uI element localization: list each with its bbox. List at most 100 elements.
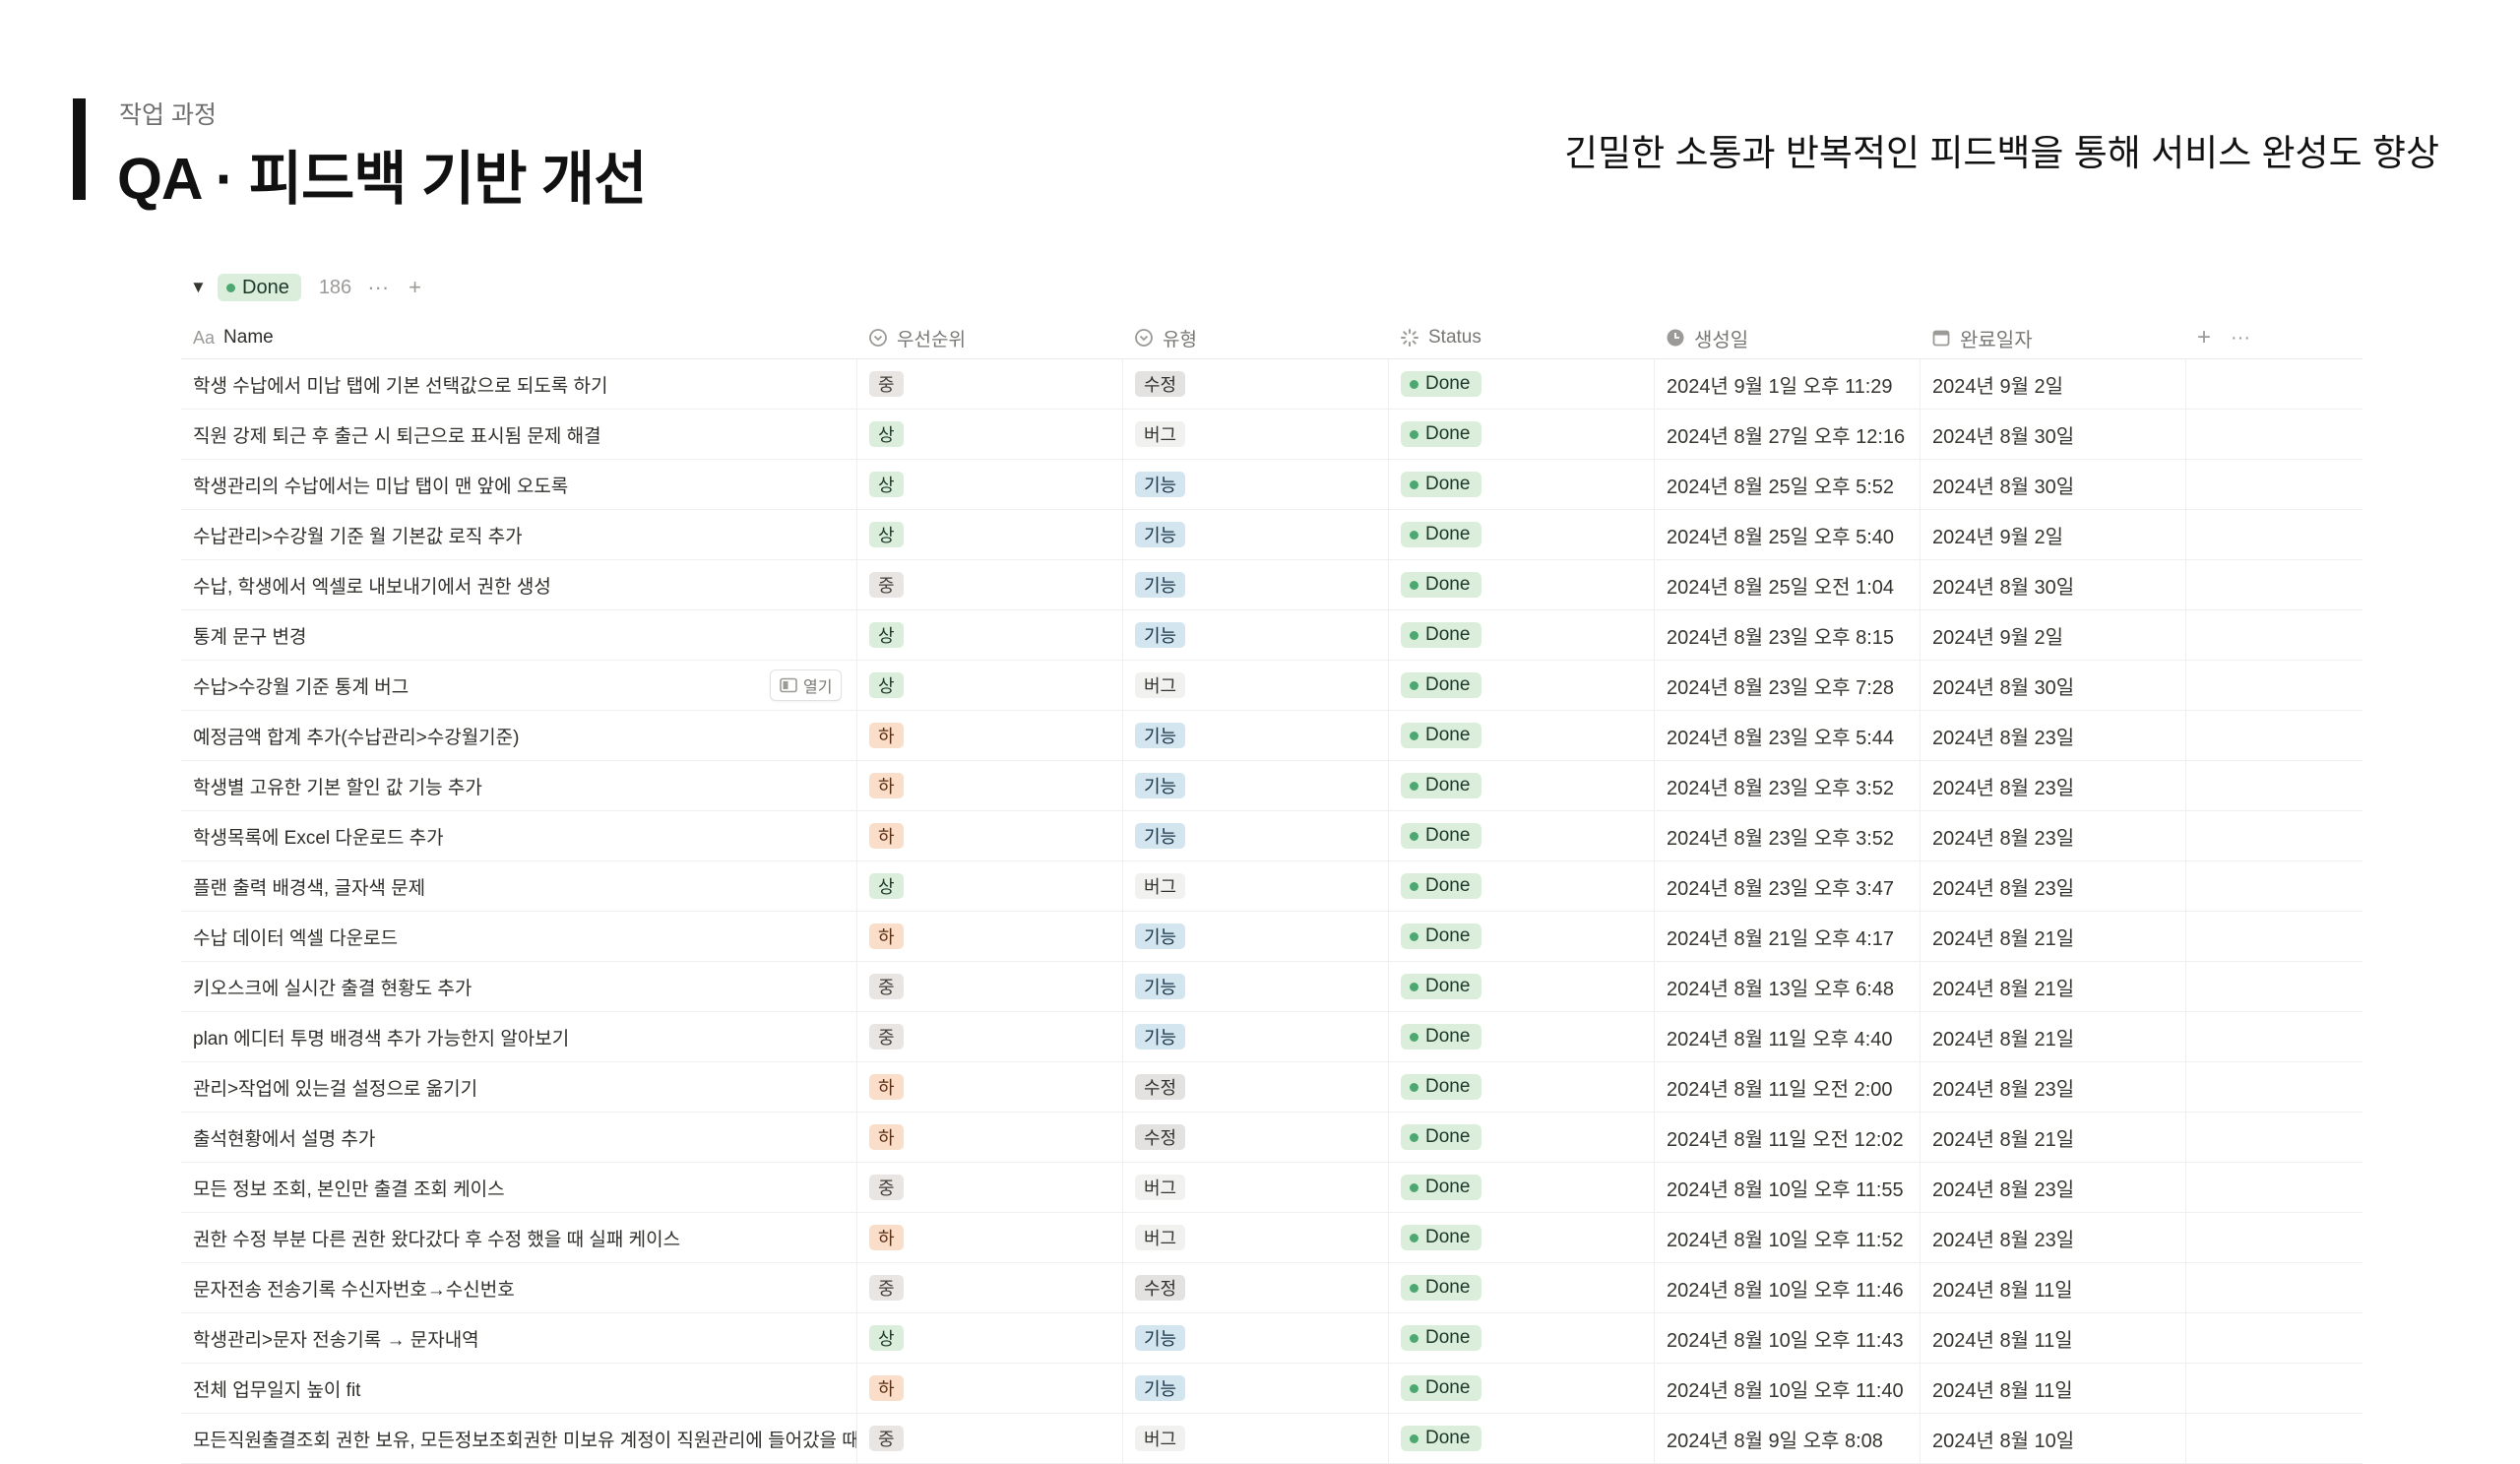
- row-created-cell[interactable]: 2024년 8월 13일 오후 6:48: [1654, 962, 1920, 1011]
- row-status-cell[interactable]: Done: [1388, 1313, 1654, 1363]
- row-created-cell[interactable]: 2024년 8월 25일 오전 1:04: [1654, 560, 1920, 609]
- row-done-date-cell[interactable]: 2024년 8월 30일: [1920, 661, 2185, 710]
- row-priority-cell[interactable]: 중: [856, 1163, 1122, 1212]
- row-priority-cell[interactable]: 중: [856, 962, 1122, 1011]
- row-name-cell[interactable]: 수납>수강월 기준 통계 버그: [181, 661, 856, 710]
- row-type-cell[interactable]: 기능: [1122, 1313, 1388, 1363]
- row-name-cell[interactable]: 수납, 학생에서 엑셀로 내보내기에서 권한 생성: [181, 560, 856, 609]
- row-created-cell[interactable]: 2024년 8월 23일 오후 8:15: [1654, 610, 1920, 660]
- row-status-cell[interactable]: Done: [1388, 359, 1654, 409]
- row-created-cell[interactable]: 2024년 8월 10일 오후 11:46: [1654, 1263, 1920, 1312]
- row-priority-cell[interactable]: 상: [856, 460, 1122, 509]
- row-type-cell[interactable]: 기능: [1122, 912, 1388, 961]
- row-priority-cell[interactable]: 중: [856, 1263, 1122, 1312]
- row-done-date-cell[interactable]: 2024년 8월 30일: [1920, 410, 2185, 459]
- row-done-date-cell[interactable]: 2024년 8월 23일: [1920, 1213, 2185, 1262]
- row-priority-cell[interactable]: 상: [856, 1313, 1122, 1363]
- row-name-cell[interactable]: 전체 업무일지 높이 fit: [181, 1364, 856, 1413]
- row-priority-cell[interactable]: 하: [856, 1113, 1122, 1162]
- row-status-cell[interactable]: Done: [1388, 1263, 1654, 1312]
- column-header-created[interactable]: 생성일: [1654, 317, 1920, 358]
- row-priority-cell[interactable]: 하: [856, 912, 1122, 961]
- row-name-cell[interactable]: 학생목록에 Excel 다운로드 추가: [181, 811, 856, 860]
- row-type-cell[interactable]: 기능: [1122, 560, 1388, 609]
- row-created-cell[interactable]: 2024년 8월 10일 오후 11:43: [1654, 1313, 1920, 1363]
- row-created-cell[interactable]: 2024년 8월 23일 오후 7:28: [1654, 661, 1920, 710]
- table-row[interactable]: 권한 수정 부분 다른 권한 왔다갔다 후 수정 했을 때 실패 케이스 하 버그 D…: [181, 1213, 2362, 1263]
- row-done-date-cell[interactable]: 2024년 8월 30일: [1920, 560, 2185, 609]
- row-type-cell[interactable]: 기능: [1122, 811, 1388, 860]
- row-status-cell[interactable]: Done: [1388, 661, 1654, 710]
- row-type-cell[interactable]: 수정: [1122, 359, 1388, 409]
- row-done-date-cell[interactable]: 2024년 8월 21일: [1920, 912, 2185, 961]
- row-created-cell[interactable]: 2024년 8월 25일 오후 5:40: [1654, 510, 1920, 559]
- row-done-date-cell[interactable]: 2024년 8월 10일: [1920, 1414, 2185, 1463]
- row-type-cell[interactable]: 기능: [1122, 610, 1388, 660]
- row-status-cell[interactable]: Done: [1388, 811, 1654, 860]
- row-created-cell[interactable]: 2024년 8월 11일 오전 2:00: [1654, 1062, 1920, 1112]
- table-row[interactable]: 플랜 출력 배경색, 글자색 문제 상 버그 Done 2024년 8월 23일 오후 …: [181, 861, 2362, 912]
- row-priority-cell[interactable]: 하: [856, 1213, 1122, 1262]
- row-type-cell[interactable]: 수정: [1122, 1263, 1388, 1312]
- row-name-cell[interactable]: 출석현황에서 설명 추가: [181, 1113, 856, 1162]
- row-created-cell[interactable]: 2024년 8월 25일 오후 5:52: [1654, 460, 1920, 509]
- table-row[interactable]: 모든 정보 조회, 본인만 출결 조회 케이스 중 버그 Done 2024년 8월 1…: [181, 1163, 2362, 1213]
- row-type-cell[interactable]: 기능: [1122, 761, 1388, 810]
- group-status-pill[interactable]: Done: [218, 274, 301, 301]
- row-name-cell[interactable]: 직원 강제 퇴근 후 출근 시 퇴근으로 표시됨 문제 해결: [181, 410, 856, 459]
- row-done-date-cell[interactable]: 2024년 9월 2일: [1920, 610, 2185, 660]
- row-status-cell[interactable]: Done: [1388, 560, 1654, 609]
- row-done-date-cell[interactable]: 2024년 8월 23일: [1920, 861, 2185, 911]
- row-type-cell[interactable]: 기능: [1122, 962, 1388, 1011]
- table-row[interactable]: 문자전송 전송기록 수신자번호→수신번호 중 수정 Done 2024년 8월 10일 …: [181, 1263, 2362, 1313]
- row-done-date-cell[interactable]: 2024년 8월 23일: [1920, 1062, 2185, 1112]
- row-status-cell[interactable]: Done: [1388, 1414, 1654, 1463]
- row-done-date-cell[interactable]: 2024년 9월 2일: [1920, 510, 2185, 559]
- add-property-button[interactable]: +: [2197, 324, 2211, 351]
- row-name-cell[interactable]: 권한 수정 부분 다른 권한 왔다갔다 후 수정 했을 때 실패 케이스: [181, 1213, 856, 1262]
- row-priority-cell[interactable]: 상: [856, 661, 1122, 710]
- row-created-cell[interactable]: 2024년 8월 27일 오후 12:16: [1654, 410, 1920, 459]
- row-done-date-cell[interactable]: 2024년 8월 23일: [1920, 711, 2185, 760]
- row-status-cell[interactable]: Done: [1388, 510, 1654, 559]
- row-priority-cell[interactable]: 상: [856, 410, 1122, 459]
- row-created-cell[interactable]: 2024년 8월 9일 오후 8:08: [1654, 1414, 1920, 1463]
- row-done-date-cell[interactable]: 2024년 8월 21일: [1920, 1113, 2185, 1162]
- column-header-done-date[interactable]: 완료일자: [1920, 317, 2185, 358]
- row-status-cell[interactable]: Done: [1388, 861, 1654, 911]
- row-name-cell[interactable]: 모든 정보 조회, 본인만 출결 조회 케이스: [181, 1163, 856, 1212]
- row-name-cell[interactable]: 키오스크에 실시간 출결 현황도 추가: [181, 962, 856, 1011]
- table-row[interactable]: 관리>작업에 있는걸 설정으로 옮기기 하 수정 Done 2024년 8월 11일 오…: [181, 1062, 2362, 1113]
- table-row[interactable]: 수납, 학생에서 엑셀로 내보내기에서 권한 생성 중 기능 Done 2024년 8월…: [181, 560, 2362, 610]
- row-type-cell[interactable]: 수정: [1122, 1062, 1388, 1112]
- table-row[interactable]: 학생관리의 수납에서는 미납 탭이 맨 앞에 오도록 상 기능 Done 2024년 8…: [181, 460, 2362, 510]
- row-name-cell[interactable]: 모든직원출결조회 권한 보유, 모든정보조회권한 미보유 계정이 직원관리에 들…: [181, 1414, 856, 1463]
- row-name-cell[interactable]: 수납관리>수강월 기준 월 기본값 로직 추가: [181, 510, 856, 559]
- row-name-cell[interactable]: 플랜 출력 배경색, 글자색 문제: [181, 861, 856, 911]
- group-add-button[interactable]: +: [405, 275, 425, 300]
- row-done-date-cell[interactable]: 2024년 8월 23일: [1920, 811, 2185, 860]
- row-status-cell[interactable]: Done: [1388, 1012, 1654, 1061]
- row-type-cell[interactable]: 버그: [1122, 1163, 1388, 1212]
- row-done-date-cell[interactable]: 2024년 8월 11일: [1920, 1364, 2185, 1413]
- table-row[interactable]: 키오스크에 실시간 출결 현황도 추가 중 기능 Done 2024년 8월 13일 오…: [181, 962, 2362, 1012]
- row-name-cell[interactable]: plan 에디터 투명 배경색 추가 가능한지 알아보기: [181, 1012, 856, 1061]
- row-created-cell[interactable]: 2024년 9월 1일 오후 11:29: [1654, 359, 1920, 409]
- row-priority-cell[interactable]: 하: [856, 1062, 1122, 1112]
- table-row[interactable]: plan 에디터 투명 배경색 추가 가능한지 알아보기 중 기능 Done 2024년…: [181, 1012, 2362, 1062]
- row-type-cell[interactable]: 기능: [1122, 460, 1388, 509]
- row-name-cell[interactable]: 학생별 고유한 기본 할인 값 기능 추가: [181, 761, 856, 810]
- row-created-cell[interactable]: 2024년 8월 11일 오전 12:02: [1654, 1113, 1920, 1162]
- row-priority-cell[interactable]: 상: [856, 610, 1122, 660]
- column-header-type[interactable]: 유형: [1122, 317, 1388, 358]
- table-row[interactable]: 수납관리>수강월 기준 월 기본값 로직 추가 상 기능 Done 2024년 8월 2…: [181, 510, 2362, 560]
- row-type-cell[interactable]: 기능: [1122, 1012, 1388, 1061]
- row-created-cell[interactable]: 2024년 8월 10일 오후 11:52: [1654, 1213, 1920, 1262]
- row-done-date-cell[interactable]: 2024년 8월 23일: [1920, 1163, 2185, 1212]
- row-type-cell[interactable]: 버그: [1122, 1414, 1388, 1463]
- row-status-cell[interactable]: Done: [1388, 912, 1654, 961]
- row-type-cell[interactable]: 기능: [1122, 510, 1388, 559]
- table-row[interactable]: 학생별 고유한 기본 할인 값 기능 추가 하 기능 Done 2024년 8월 23일…: [181, 761, 2362, 811]
- row-priority-cell[interactable]: 중: [856, 359, 1122, 409]
- row-type-cell[interactable]: 버그: [1122, 1213, 1388, 1262]
